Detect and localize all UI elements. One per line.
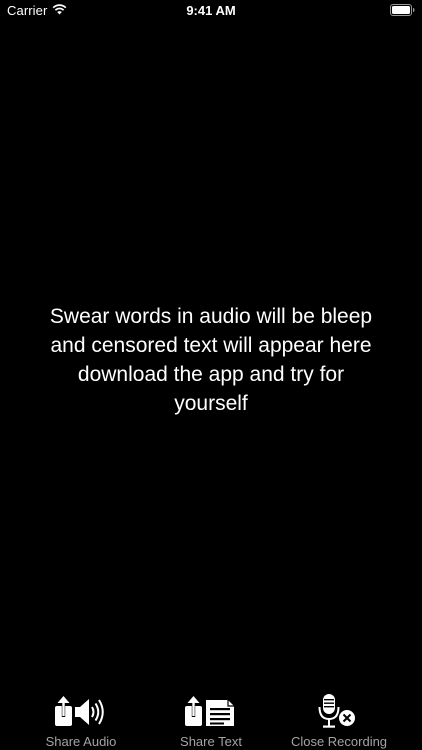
bottom-toolbar: Share Audio Share Text Close Recording bbox=[0, 690, 422, 750]
battery-full-icon bbox=[390, 4, 415, 16]
close-recording-label: Close Recording bbox=[290, 734, 388, 749]
share-audio-label: Share Audio bbox=[45, 734, 117, 749]
microphone-close-icon bbox=[318, 694, 355, 728]
censor-message: Swear words in audio will be bleep and c… bbox=[49, 305, 373, 415]
share-text-icon bbox=[185, 696, 234, 726]
status-time: 9:41 AM bbox=[186, 3, 236, 18]
share-audio-icon bbox=[55, 696, 104, 726]
close-recording-button[interactable]: Close Recording bbox=[281, 690, 397, 750]
share-audio-button[interactable]: Share Audio bbox=[27, 690, 135, 750]
share-text-label: Share Text bbox=[180, 734, 242, 749]
status-bar: Carrier 9:41 AM bbox=[0, 0, 422, 22]
share-text-button[interactable]: Share Text bbox=[161, 690, 261, 750]
